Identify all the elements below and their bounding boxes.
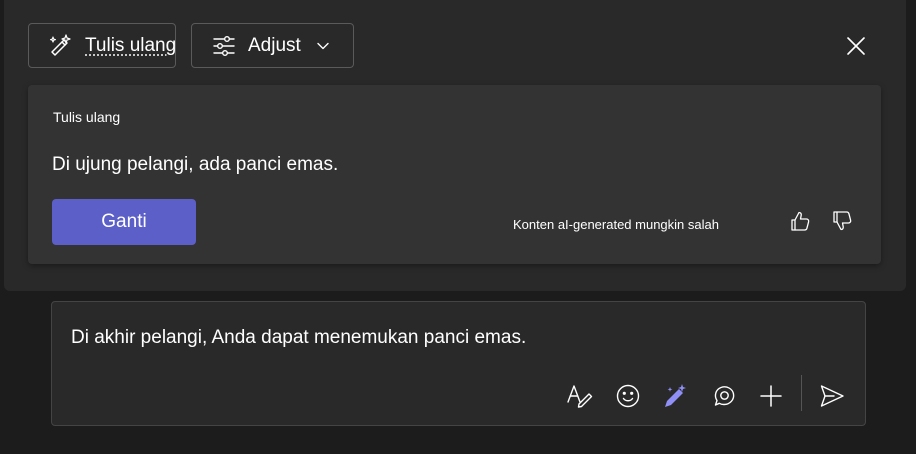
adjust-button[interactable]: Adjust	[191, 23, 354, 68]
suggestion-card: Tulis ulang Di ujung pelangi, ada panci …	[28, 85, 881, 264]
ai-disclaimer: Konten aI-generated mungkin salah	[513, 217, 719, 232]
suggestion-title: Tulis ulang	[53, 109, 121, 125]
copilot-rewrite-button[interactable]	[661, 382, 689, 410]
rewrite-button-label: Tulis ulang	[85, 34, 177, 56]
thumbs-down-button[interactable]	[830, 209, 854, 233]
rewrite-button[interactable]: Tulis ulang	[28, 23, 176, 68]
adjust-button-label: Adjust	[248, 34, 301, 56]
send-button[interactable]	[818, 382, 846, 410]
thumbs-up-icon	[788, 209, 812, 233]
format-button[interactable]	[565, 382, 593, 410]
copilot-pen-icon	[662, 383, 688, 409]
emoji-icon	[615, 383, 641, 409]
compose-box[interactable]: Di akhir pelangi, Anda dapat menemukan p…	[51, 301, 866, 426]
emoji-button[interactable]	[614, 382, 642, 410]
loop-button[interactable]	[710, 382, 738, 410]
suggestion-text: Di ujung pelangi, ada panci emas.	[52, 154, 339, 175]
compose-message-text[interactable]: Di akhir pelangi, Anda dapat menemukan p…	[71, 327, 831, 349]
plus-icon	[759, 384, 783, 408]
sliders-icon	[212, 35, 236, 57]
format-text-icon	[565, 382, 593, 410]
add-attachment-button[interactable]	[757, 382, 785, 410]
loop-icon	[711, 383, 737, 409]
close-icon	[846, 36, 866, 56]
toolbar-divider	[801, 375, 802, 411]
app-root: Tulis ulang Adjust Tulis ulang Di ujung …	[0, 0, 916, 454]
rewrite-popup: Tulis ulang Adjust Tulis ulang Di ujung …	[4, 0, 906, 291]
thumbs-up-button[interactable]	[788, 209, 812, 233]
replace-button[interactable]: Ganti	[52, 199, 196, 245]
close-button[interactable]	[844, 34, 868, 58]
send-icon	[819, 383, 845, 409]
thumbs-down-icon	[830, 209, 854, 233]
sparkle-pen-icon	[47, 33, 73, 59]
chevron-down-icon	[317, 42, 329, 50]
